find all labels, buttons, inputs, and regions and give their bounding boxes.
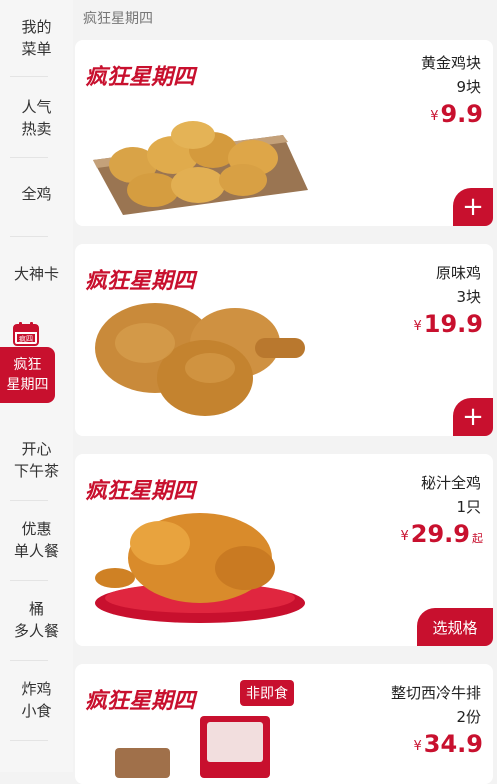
divider (10, 76, 48, 77)
product-name: 原味鸡 (435, 264, 481, 282)
product-name: 整切西冷牛排 (390, 684, 481, 702)
price-value: 34.9 (423, 730, 483, 758)
calendar-icon: 疯四 (13, 322, 39, 346)
product-card[interactable]: 疯狂星期四 黄金鸡块 9块 ¥9.9 + (75, 40, 493, 226)
sidebar-item-popular[interactable]: 人气 热卖 (0, 88, 73, 148)
product-card[interactable]: 疯狂星期四 秘汁全鸡 1只 ¥29.9 起 选规格 (75, 454, 493, 646)
roast-chicken-image (95, 513, 305, 623)
sidebar-item-label: 全鸡 (21, 185, 52, 203)
chicken-nuggets-image (93, 121, 308, 215)
sidebar-item-crazy-thursday[interactable]: 疯狂 星期四 (0, 347, 55, 403)
fried-chicken-image (95, 303, 305, 416)
divider (10, 236, 48, 237)
section-title: 疯狂星期四 (83, 11, 153, 27)
sidebar-item-label: 疯狂 星期四 (6, 357, 49, 393)
product-price: ¥19.9 (414, 310, 484, 338)
product-quantity: 9块 (456, 78, 481, 96)
product-name: 黄金鸡块 (420, 54, 481, 72)
sidebar-item-afternoon-tea[interactable]: 开心 下午茶 (0, 430, 73, 490)
sidebar-item-label: 大神卡 (13, 265, 59, 283)
sidebar-item-single-meal[interactable]: 优惠 单人餐 (0, 510, 73, 570)
calendar-badge-text: 疯四 (19, 334, 33, 343)
price-value: 9.9 (440, 100, 483, 128)
product-price: ¥29.9 起 (401, 520, 484, 548)
sidebar-item-master-card[interactable]: 大神卡 (0, 254, 73, 294)
divider (10, 660, 48, 661)
select-spec-button[interactable]: 选规格 (417, 608, 493, 646)
sidebar-item-my-menu[interactable]: 我的 菜单 (0, 8, 73, 68)
divider (10, 500, 48, 501)
currency-symbol: ¥ (413, 739, 422, 754)
not-ready-to-eat-tag: 非即食 (240, 680, 294, 706)
product-card[interactable]: 疯狂星期四 非即食 整切西冷牛排 2份 ¥34.9 (75, 664, 493, 784)
sidebar-item-label: 优惠 单人餐 (13, 520, 59, 560)
price-value: 19.9 (423, 310, 483, 338)
divider (10, 157, 48, 158)
product-price: ¥9.9 (430, 100, 483, 128)
add-to-cart-button[interactable]: + (453, 398, 493, 436)
divider (10, 580, 48, 581)
product-quantity: 3块 (456, 288, 481, 306)
product-card[interactable]: 疯狂星期四 原味鸡 3块 ¥19.9 + (75, 244, 493, 436)
sidebar-item-bucket[interactable]: 桶 多人餐 (0, 590, 73, 650)
add-to-cart-button[interactable]: + (453, 188, 493, 226)
product-list: 疯狂星期四 疯狂星期四 黄金鸡块 9块 ¥9.9 + 疯狂星期四 原味鸡 3块 … (73, 0, 497, 784)
product-quantity: 2份 (456, 708, 481, 726)
currency-symbol: ¥ (430, 109, 439, 124)
product-name: 秘汁全鸡 (420, 474, 481, 492)
sidebar-item-label: 开心 下午茶 (13, 440, 59, 480)
divider (10, 740, 48, 741)
steak-package-image (115, 716, 270, 778)
sidebar-item-label: 桶 多人餐 (13, 600, 59, 640)
sidebar-item-whole-chicken[interactable]: 全鸡 (0, 174, 73, 214)
product-quantity: 1只 (456, 498, 481, 516)
sidebar-item-label: 我的 菜单 (21, 18, 52, 58)
category-sidebar: 我的 菜单 人气 热卖 全鸡 大神卡 疯四 疯狂 星期四 开心 下午茶 优惠 单… (0, 0, 73, 772)
sidebar-item-label: 人气 热卖 (21, 98, 52, 138)
sidebar-item-snacks[interactable]: 炸鸡 小食 (0, 670, 73, 730)
price-value: 29.9 (410, 520, 470, 548)
currency-symbol: ¥ (400, 529, 409, 544)
sidebar-item-label: 炸鸡 小食 (21, 680, 52, 720)
currency-symbol: ¥ (413, 319, 422, 334)
product-price: ¥34.9 (414, 730, 484, 758)
price-suffix: 起 (472, 532, 483, 545)
